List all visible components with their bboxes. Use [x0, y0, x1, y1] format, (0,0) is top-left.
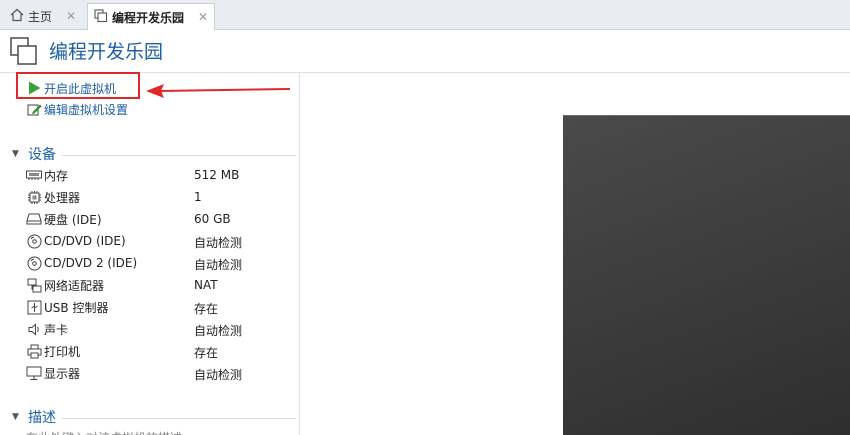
device-name: CD/DVD (IDE)	[44, 234, 126, 248]
tab-vm-label: 编程开发乐园	[112, 10, 185, 25]
edit-settings-icon	[26, 101, 42, 117]
cd-dvd-icon	[26, 233, 42, 249]
tab-bar: 主页 ✕ 编程开发乐园 ✕	[0, 0, 850, 30]
section-divider	[62, 417, 296, 419]
device-name: 处理器	[44, 190, 81, 205]
device-name: 打印机	[44, 344, 81, 359]
device-name: CD/DVD 2 (IDE)	[44, 256, 138, 270]
device-name: 硬盘 (IDE)	[44, 212, 102, 227]
memory-icon	[26, 167, 42, 183]
device-name: USB 控制器	[44, 300, 109, 315]
device-name: 显示器	[44, 366, 81, 381]
devices-section-title: 设备	[28, 147, 56, 163]
processor-icon	[26, 189, 42, 205]
start-vm-label: 开启此虚拟机	[44, 81, 117, 96]
device-value: 512 MB	[194, 168, 240, 182]
tab-home[interactable]: 主页 ✕	[4, 3, 82, 30]
device-list: 内存 512 MB 处理器 1 硬盘 (IDE) 60 GB CD/DVD (I…	[26, 164, 296, 384]
description-text[interactable]: 在此处键入对该虚拟机的描述。	[26, 429, 194, 435]
device-row-memory[interactable]: 内存 512 MB	[26, 164, 296, 186]
device-value: 60 GB	[194, 212, 231, 226]
close-icon[interactable]: ✕	[66, 9, 76, 23]
description-section-title: 描述	[28, 410, 56, 426]
device-name: 内存	[44, 168, 69, 183]
device-value: 自动检测	[194, 368, 243, 382]
start-vm-button[interactable]: 开启此虚拟机	[26, 79, 116, 97]
network-adapter-icon	[26, 277, 42, 293]
collapse-triangle-icon[interactable]: ▼	[12, 412, 22, 422]
device-row-network-adapter[interactable]: 网络适配器 NAT	[26, 274, 296, 296]
play-icon	[26, 80, 42, 96]
vm-preview-panel	[301, 73, 850, 435]
home-icon	[10, 8, 24, 25]
device-row-cd-dvd-2[interactable]: CD/DVD 2 (IDE) 自动检测	[26, 252, 296, 274]
device-value: NAT	[194, 278, 218, 292]
vm-screen-thumbnail[interactable]	[563, 115, 850, 435]
collapse-triangle-icon[interactable]: ▼	[12, 149, 22, 159]
device-value: 自动检测	[194, 324, 243, 338]
device-row-processor[interactable]: 处理器 1	[26, 186, 296, 208]
device-row-cd-dvd[interactable]: CD/DVD (IDE) 自动检测	[26, 230, 296, 252]
device-value: 1	[194, 190, 202, 204]
close-icon[interactable]: ✕	[198, 10, 208, 24]
vm-icon	[94, 8, 108, 26]
printer-icon	[26, 343, 42, 359]
usb-controller-icon	[26, 299, 42, 315]
annotation-arrow	[146, 84, 291, 98]
display-icon	[26, 365, 42, 381]
vm-icon	[10, 36, 38, 66]
tab-vm[interactable]: 编程开发乐园 ✕	[87, 3, 215, 30]
sound-card-icon	[26, 321, 42, 337]
device-row-sound-card[interactable]: 声卡 自动检测	[26, 318, 296, 340]
device-row-usb-controller[interactable]: USB 控制器 存在	[26, 296, 296, 318]
description-section-header[interactable]: ▼ 描述	[12, 408, 296, 426]
edit-vm-settings-label: 编辑虚拟机设置	[44, 102, 129, 117]
vm-header: 编程开发乐园	[0, 30, 850, 73]
device-value: 存在	[194, 302, 219, 316]
device-row-display[interactable]: 显示器 自动检测	[26, 362, 296, 384]
hard-disk-icon	[26, 211, 42, 227]
edit-vm-settings-button[interactable]: 编辑虚拟机设置	[26, 100, 128, 118]
device-value: 自动检测	[194, 236, 243, 250]
devices-section-header[interactable]: ▼ 设备	[12, 145, 296, 163]
device-value: 存在	[194, 346, 219, 360]
vm-details-panel: 开启此虚拟机 编辑虚拟机设置 ▼ 设备 内存 512 MB 处理器 1 硬盘 (…	[0, 72, 300, 435]
device-row-printer[interactable]: 打印机 存在	[26, 340, 296, 362]
device-value: 自动检测	[194, 258, 243, 272]
section-divider	[62, 154, 296, 156]
device-row-hard-disk[interactable]: 硬盘 (IDE) 60 GB	[26, 208, 296, 230]
device-name: 声卡	[44, 322, 69, 337]
cd-dvd-icon	[26, 255, 42, 271]
tab-home-label: 主页	[28, 10, 53, 24]
device-name: 网络适配器	[44, 278, 105, 293]
page-title: 编程开发乐园	[49, 41, 164, 63]
